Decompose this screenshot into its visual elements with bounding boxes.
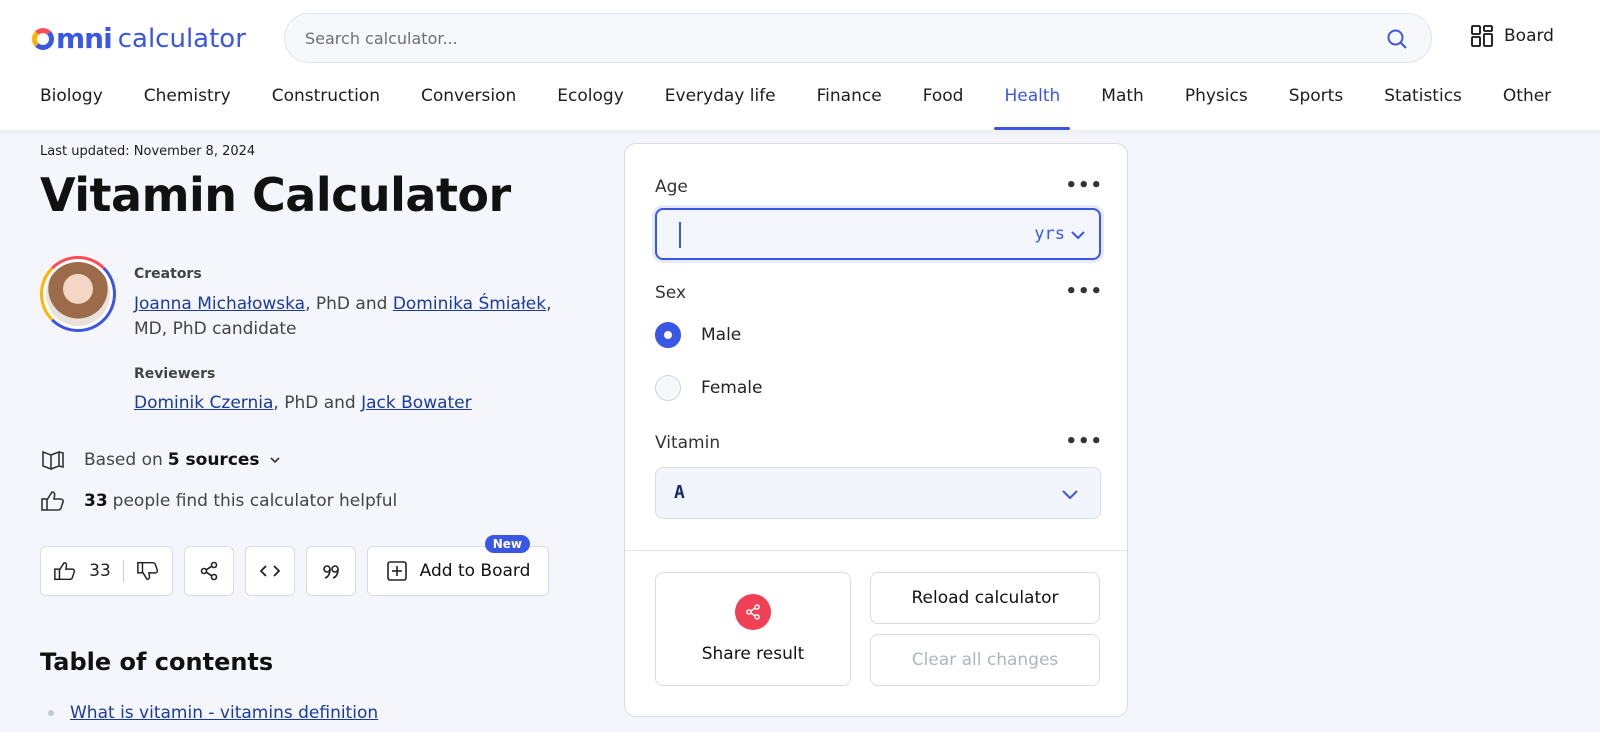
reviewers-text: Dominik Czernia, PhD and Jack Bowater — [134, 393, 472, 413]
nav-sports[interactable]: Sports — [1289, 82, 1344, 130]
calculator-panel: Age ••• yrs Sex ••• Male Female Vitamin … — [624, 143, 1128, 717]
search-input[interactable] — [305, 28, 1345, 48]
sex-more-icon[interactable]: ••• — [1065, 281, 1103, 302]
toc-title: Table of contents — [40, 648, 274, 676]
text-caret — [679, 222, 681, 248]
vitamin-select[interactable]: A — [655, 467, 1101, 519]
book-icon — [42, 450, 64, 471]
nav-other[interactable]: Other — [1503, 82, 1551, 130]
add-to-board-button[interactable]: Add to Board New — [367, 535, 549, 596]
creator-link-1[interactable]: Joanna Michałowska — [134, 294, 305, 314]
dislike-icon[interactable] — [136, 559, 160, 583]
share-result-icon — [735, 594, 771, 630]
new-badge: New — [484, 535, 530, 553]
nav-health[interactable]: Health — [994, 82, 1071, 130]
share-result-button[interactable]: Share result — [655, 572, 851, 686]
nav-physics[interactable]: Physics — [1185, 82, 1248, 130]
site-header: omnimni calculator Board Biology Chemist… — [0, 0, 1600, 130]
share-icon — [200, 561, 218, 581]
male-label: Male — [701, 325, 742, 345]
unit-chevron-down-icon[interactable] — [1069, 226, 1087, 244]
cite-button[interactable] — [306, 546, 356, 596]
vitamin-label: Vitamin — [655, 433, 721, 453]
female-label: Female — [701, 378, 763, 398]
nav-statistics[interactable]: Statistics — [1384, 82, 1462, 130]
chevron-down-icon — [269, 457, 280, 464]
nav-math[interactable]: Math — [1101, 82, 1144, 130]
nav-construction[interactable]: Construction — [272, 82, 380, 130]
rating-buttons: 33 — [40, 546, 173, 596]
age-label: Age — [655, 177, 688, 197]
share-result-label: Share result — [701, 644, 805, 664]
helpful-info: 33 people find this calculator helpful — [40, 489, 397, 513]
share-button[interactable] — [184, 546, 234, 596]
vitamin-value: A — [674, 482, 685, 503]
age-field[interactable]: yrs — [655, 208, 1101, 260]
add-board-label: Add to Board — [419, 561, 531, 581]
toc-item: What is vitamin - vitamins definition — [48, 703, 378, 723]
nav-conversion[interactable]: Conversion — [421, 82, 516, 130]
action-bar: 33 Add to Board New — [40, 535, 549, 596]
chevron-down-icon — [1062, 490, 1078, 500]
avatar[interactable] — [40, 256, 116, 332]
toc-link[interactable]: What is vitamin - vitamins definition — [70, 703, 378, 723]
add-board-icon — [386, 561, 407, 581]
search-bar[interactable] — [284, 13, 1432, 63]
radio-selected-icon[interactable] — [655, 322, 681, 348]
category-nav: Biology Chemistry Construction Conversio… — [40, 82, 1551, 130]
reload-calculator-button[interactable]: Reload calculator — [870, 572, 1100, 624]
helpful-count: 33 — [84, 491, 108, 511]
page-title: Vitamin Calculator — [40, 168, 511, 222]
updated-date: November 8, 2024 — [133, 144, 256, 159]
board-link[interactable]: Board — [1470, 24, 1554, 48]
embed-button[interactable] — [245, 546, 295, 596]
age-unit[interactable]: yrs — [1034, 224, 1065, 244]
radio-female[interactable]: Female — [655, 375, 762, 401]
radio-male[interactable]: Male — [655, 322, 741, 348]
nav-food[interactable]: Food — [923, 82, 964, 130]
divider — [122, 560, 124, 582]
logo-word: calculator — [117, 23, 246, 54]
panel-divider — [625, 550, 1127, 551]
reviewers-label: Reviewers — [134, 366, 216, 382]
quote-icon — [323, 565, 339, 579]
last-updated: Last updated: November 8, 2024 — [40, 144, 256, 159]
clear-changes-button[interactable]: Clear all changes — [870, 634, 1100, 686]
nav-biology[interactable]: Biology — [40, 82, 103, 130]
creators-label: Creators — [134, 266, 202, 282]
creators-text: Joanna Michałowska, PhD and Dominika Śmi… — [134, 294, 552, 339]
vitamin-more-icon[interactable]: ••• — [1065, 431, 1103, 452]
like-count: 33 — [89, 561, 111, 581]
code-icon — [259, 565, 281, 577]
sources-toggle[interactable]: Based on 5 sources — [40, 448, 282, 472]
radio-unselected-icon[interactable] — [655, 375, 681, 401]
reviewer-link-2[interactable]: Jack Bowater — [361, 393, 472, 413]
creator-photo — [46, 262, 110, 326]
sources-count: 5 sources — [167, 450, 260, 470]
nav-ecology[interactable]: Ecology — [557, 82, 623, 130]
logo-ring-icon — [32, 27, 54, 50]
board-label: Board — [1504, 26, 1554, 46]
search-icon[interactable] — [1385, 27, 1409, 51]
nav-finance[interactable]: Finance — [817, 82, 882, 130]
reviewer-link-1[interactable]: Dominik Czernia — [134, 393, 273, 413]
board-icon — [1471, 25, 1493, 47]
nav-everyday-life[interactable]: Everyday life — [665, 82, 776, 130]
bullet-icon — [48, 710, 54, 716]
nav-chemistry[interactable]: Chemistry — [144, 82, 231, 130]
age-more-icon[interactable]: ••• — [1065, 175, 1103, 196]
creator-link-2[interactable]: Dominika Śmiałek — [393, 294, 546, 314]
sex-label: Sex — [655, 283, 687, 303]
logo-brand: omnimni — [32, 22, 113, 55]
omni-logo[interactable]: omnimni calculator — [32, 22, 246, 55]
like-icon[interactable] — [53, 559, 77, 583]
thumbs-up-icon — [41, 491, 64, 511]
